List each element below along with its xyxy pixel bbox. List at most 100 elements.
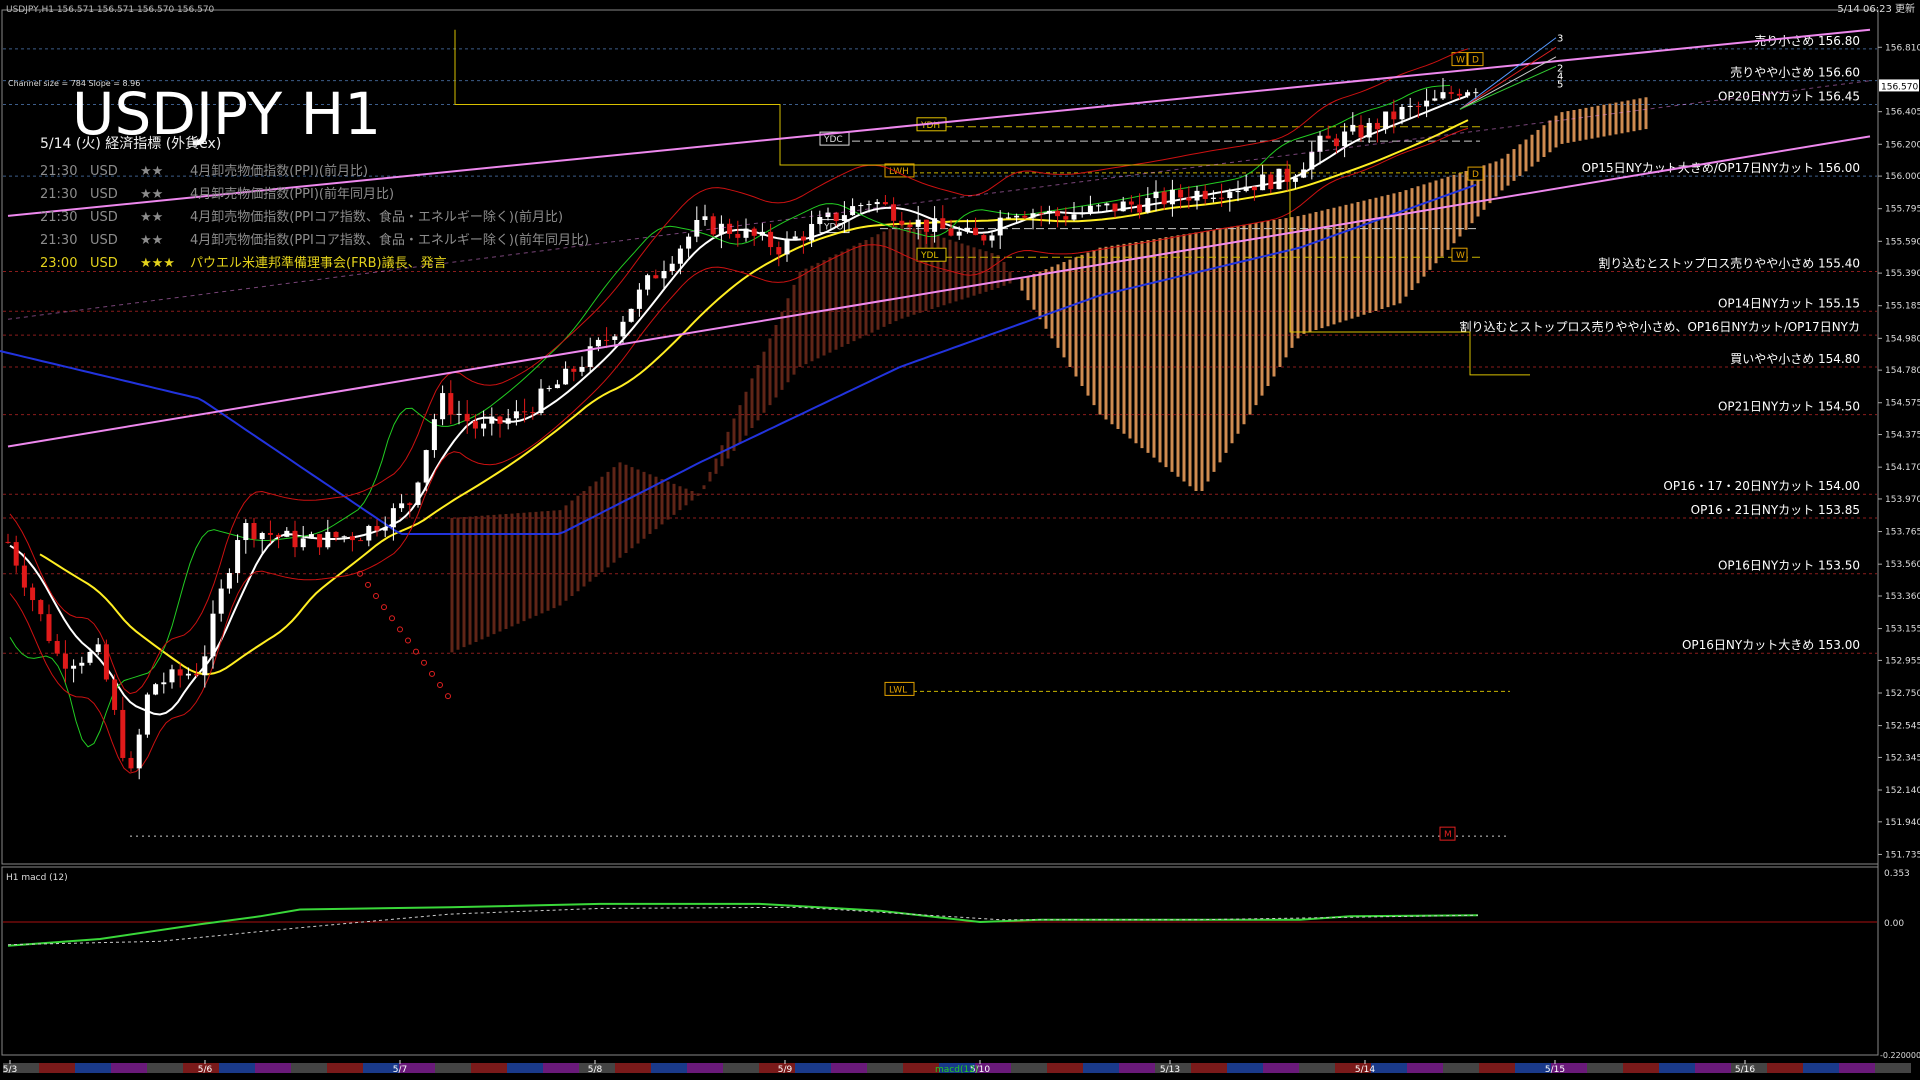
- candle-body: [317, 534, 323, 548]
- candle-body: [735, 233, 741, 238]
- fan-line-label: 3: [1557, 34, 1563, 45]
- time-session-band: [75, 1063, 111, 1073]
- time-session-band: [1587, 1063, 1623, 1073]
- time-session-band: [435, 1063, 471, 1073]
- candle-body: [858, 205, 864, 207]
- candle-body: [1399, 106, 1405, 120]
- price-tick-label: 156.000: [1885, 172, 1920, 182]
- candle-body: [440, 393, 446, 420]
- candle-body: [973, 227, 979, 236]
- chart-window[interactable]: 売り小さめ 156.80売りやや小さめ 156.60OP20日NYカット 156…: [0, 0, 1920, 1080]
- fan-line-label: 5: [1557, 80, 1563, 91]
- candle-body: [235, 540, 241, 574]
- price-tick-label: 152.750: [1885, 689, 1920, 699]
- candle-body: [612, 336, 618, 340]
- order-level-label: 割り込むとストップロス売りやや小さめ 155.40: [1598, 256, 1860, 271]
- candle-body: [153, 684, 159, 695]
- candle-body: [251, 523, 257, 540]
- candle-body: [1456, 93, 1462, 96]
- candle-body: [1186, 197, 1192, 201]
- event-title: 4月卸売物価指数(PPIコア指数、食品・エネルギー除く)(前年同月比): [190, 232, 589, 248]
- candle-body: [1153, 191, 1159, 199]
- candle-body: [595, 339, 601, 347]
- time-session-band: [1623, 1063, 1659, 1073]
- candle-body: [817, 216, 823, 224]
- price-tick-label: 154.170: [1885, 463, 1920, 473]
- time-session-band: [687, 1063, 723, 1073]
- candle-body: [694, 219, 700, 237]
- candle-body: [874, 202, 880, 205]
- price-tick-label: 156.200: [1885, 140, 1920, 150]
- candle-body: [1145, 198, 1151, 213]
- time-session-band: [1767, 1063, 1803, 1073]
- candle-body: [1046, 210, 1052, 214]
- candle-body: [292, 530, 298, 548]
- candle-body: [169, 669, 175, 683]
- candle-body: [415, 482, 421, 505]
- candle-body: [948, 228, 954, 236]
- candle-body: [710, 216, 716, 235]
- candle-body: [1161, 191, 1167, 205]
- candle-body: [776, 247, 782, 255]
- candle-body: [1333, 138, 1339, 147]
- time-session-band: [1839, 1063, 1875, 1073]
- time-tick-label: 5/14: [1355, 1065, 1375, 1075]
- candle-body: [628, 308, 634, 322]
- time-session-band: [111, 1063, 147, 1073]
- candle-body: [202, 656, 208, 676]
- candle-body: [1374, 122, 1380, 130]
- candle-body: [1448, 92, 1454, 94]
- candle-body: [341, 536, 347, 538]
- order-level-label: OP15日NYカット大きめ/OP17日NYカット 156.00: [1582, 161, 1860, 175]
- event-importance: ★★: [140, 210, 163, 225]
- candle-body: [489, 416, 495, 424]
- candle-body: [1276, 168, 1282, 190]
- price-tick-label: 154.575: [1885, 399, 1920, 409]
- time-session-band: [1659, 1063, 1695, 1073]
- time-tick-label: 5/13: [1160, 1065, 1180, 1075]
- candle-body: [882, 202, 888, 205]
- candle-body: [907, 224, 913, 227]
- candle-body: [38, 600, 44, 615]
- candle-body: [112, 679, 118, 710]
- candle-body: [5, 541, 11, 543]
- time-session-band: [1371, 1063, 1407, 1073]
- candle-body: [390, 508, 396, 528]
- candle-body: [431, 419, 437, 451]
- candle-body: [1005, 217, 1011, 219]
- time-session-band: [1407, 1063, 1443, 1073]
- candle-body: [899, 220, 905, 225]
- calendar-event: 23:00 USD ★★★ パウエル米連邦準備理事会(FRB)議長、発言: [40, 255, 447, 271]
- candle-body: [407, 503, 413, 505]
- candle-body: [645, 275, 651, 290]
- time-session-band: [1011, 1063, 1047, 1073]
- candle-body: [1219, 197, 1225, 199]
- lwh-marker: LWH: [889, 167, 909, 177]
- candle-body: [571, 368, 577, 372]
- candle-body: [1251, 186, 1257, 191]
- candle-body: [530, 412, 536, 414]
- time-session-band: [1803, 1063, 1839, 1073]
- candle-body: [1342, 131, 1348, 147]
- price-tick-label: 153.155: [1885, 625, 1920, 635]
- price-tick-label: 151.940: [1885, 818, 1920, 828]
- candle-body: [1030, 213, 1036, 218]
- candle-body: [87, 651, 93, 663]
- lwl-marker: LWL: [889, 685, 907, 695]
- time-session-band: [1263, 1063, 1299, 1073]
- time-session-band: [795, 1063, 831, 1073]
- order-level-label: 売りやや小さめ 156.60: [1730, 65, 1860, 80]
- candle-body: [481, 423, 487, 429]
- candle-body: [1260, 174, 1266, 191]
- time-tick-label: 5/15: [1545, 1065, 1565, 1075]
- candle-body: [144, 694, 150, 735]
- time-session-band: [39, 1063, 75, 1073]
- order-level-label: OP16・17・20日NYカット 154.00: [1663, 479, 1860, 493]
- candle-body: [423, 450, 429, 483]
- candle-body: [1079, 212, 1085, 215]
- time-tick-label: 5/8: [588, 1065, 603, 1075]
- window-header: USDJPY,H1 156.571 156.571 156.570 156.57…: [6, 5, 215, 15]
- event-time: 21:30: [40, 164, 77, 179]
- time-session-band: [1227, 1063, 1263, 1073]
- candle-body: [259, 533, 265, 540]
